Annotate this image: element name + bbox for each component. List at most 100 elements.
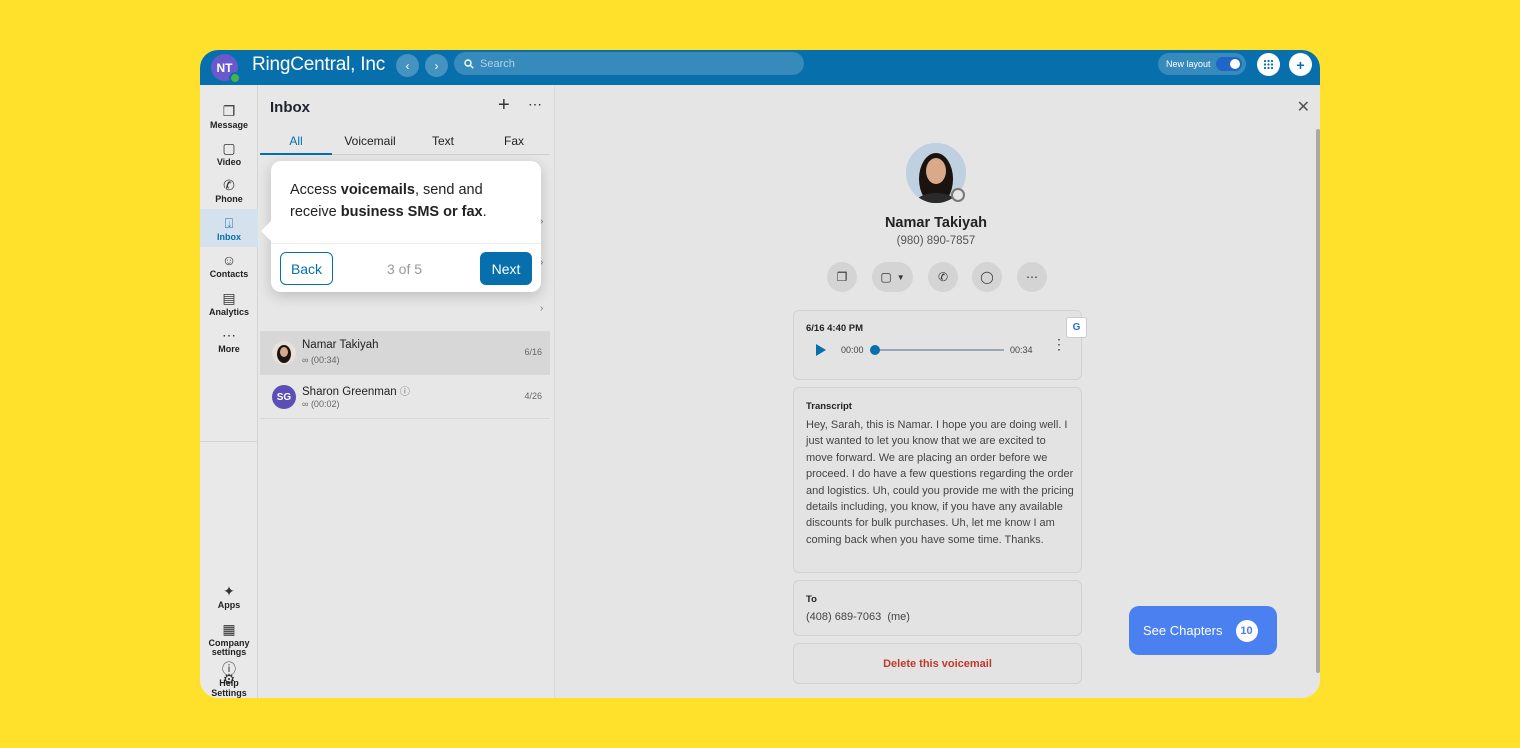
chapters-count-badge: 10 [1235, 619, 1258, 642]
rail-label: Help [219, 677, 239, 688]
rail-item-video[interactable]: ▢ Video [200, 134, 258, 172]
phone-icon: ✆ [937, 270, 949, 284]
tooltip-divider [271, 243, 541, 244]
scrollbar[interactable] [1316, 129, 1320, 673]
voicemail-icon: ∞ [302, 399, 309, 409]
rail-item-more[interactable]: ⋯ More [200, 321, 258, 359]
row-duration: ∞ (00:34) [302, 355, 339, 365]
voicemail-datetime: 6/16 4:40 PM [806, 323, 864, 334]
search-icon [464, 58, 474, 69]
rail-label: More [218, 343, 240, 354]
video-action-button[interactable]: ▢ ▼ [872, 262, 913, 292]
message-icon: ❐ [836, 270, 848, 284]
see-chapters-label: See Chapters [1143, 623, 1223, 638]
call-action-button[interactable]: ✆ [928, 262, 958, 292]
rail-label: Apps [217, 599, 241, 610]
new-layout-label: New layout [1166, 59, 1211, 69]
voicemail-player-card: 6/16 4:40 PM G 00:00 00:34 ⋮ [793, 310, 1087, 380]
toggle-switch[interactable] [1216, 57, 1242, 71]
see-chapters-button[interactable]: See Chapters 10 [1129, 606, 1277, 655]
left-nav-rail: ❐ Message ▢ Video ✆ Phone ⍗ Inbox ☺ Cont… [200, 85, 258, 698]
row-date: 4/26 [524, 391, 542, 401]
tour-back-button[interactable]: Back [280, 252, 333, 285]
tab-all[interactable]: All [260, 133, 332, 155]
caret-down-icon: ▼ [896, 272, 905, 282]
tab-voicemail[interactable]: Voicemail [332, 133, 408, 155]
rail-label: Video [216, 156, 242, 167]
close-icon: ✕ [1296, 99, 1310, 116]
row-duration: ∞ (00:02) [302, 399, 339, 409]
message-icon: ❐ [222, 102, 236, 119]
add-button[interactable]: + [1289, 53, 1312, 76]
presence-available-icon [229, 72, 241, 84]
play-icon[interactable] [816, 344, 826, 356]
more-horizontal-icon: ⋯ [1026, 270, 1038, 284]
row-indicator-icon: › [540, 303, 544, 314]
info-icon[interactable]: ⓘ [400, 387, 410, 398]
rail-item-contacts[interactable]: ☺ Contacts [200, 246, 258, 284]
close-button[interactable]: ✕ [1297, 97, 1310, 117]
contact-name: Namar Takiyah [884, 215, 988, 231]
tab-text[interactable]: Text [408, 133, 478, 155]
row-name: Sharon Greenman ⓘ [302, 383, 410, 398]
row-date: 6/16 [524, 347, 542, 357]
rail-label: Inbox [217, 231, 241, 242]
user-avatar[interactable]: NT [211, 54, 241, 84]
more-horizontal-icon: ⋯ [528, 96, 543, 112]
chevron-right-icon: › [434, 58, 439, 73]
to-label: To [806, 594, 817, 605]
contact-avatar: SG [272, 385, 296, 409]
rail-item-help[interactable]: ⓘ Help [200, 654, 258, 694]
inbox-more-button[interactable]: ⋯ [528, 96, 543, 113]
row-duration-value: (00:02) [310, 399, 340, 409]
presence-offline-icon [951, 188, 965, 202]
rail-label: Message [209, 119, 249, 130]
dialpad-button[interactable] [1257, 53, 1280, 76]
tooltip-bold-voicemails: voicemails [340, 182, 415, 198]
onboarding-tooltip: Access voicemails, send and receive busi… [261, 161, 541, 292]
rail-item-apps[interactable]: ✦ Apps [200, 577, 258, 615]
chat-bubble-icon: ◯ [980, 270, 994, 284]
to-value: (408) 689-7063 (me) [806, 611, 910, 623]
rail-divider [200, 441, 258, 442]
search-bar[interactable]: Search [454, 52, 804, 75]
chat-action-button[interactable]: ◯ [972, 262, 1002, 292]
more-action-button[interactable]: ⋯ [1017, 262, 1047, 292]
top-bar: NT RingCentral, Inc ‹ › Search New layou… [200, 50, 1320, 85]
inbox-tabs: All Voicemail Text Fax [260, 133, 550, 155]
rail-item-phone[interactable]: ✆ Phone [200, 171, 258, 209]
forward-nav-button[interactable]: › [425, 54, 448, 77]
voicemail-menu-button[interactable]: ⋮ [1052, 337, 1066, 351]
rail-label: Analytics [208, 306, 250, 317]
back-nav-button[interactable]: ‹ [396, 54, 419, 77]
row-name-value: Sharon Greenman [302, 386, 397, 398]
message-action-button[interactable]: ❐ [827, 262, 857, 292]
new-layout-toggle[interactable]: New layout [1158, 53, 1246, 75]
playback-handle[interactable] [870, 345, 880, 355]
contact-photo [272, 341, 296, 365]
video-icon: ▢ [222, 139, 236, 156]
tour-progress: 3 of 5 [387, 261, 423, 277]
rail-item-message[interactable]: ❐ Message [200, 97, 258, 135]
building-icon: ▦ [222, 621, 236, 637]
tab-fax[interactable]: Fax [478, 133, 550, 155]
total-time: 00:34 [1010, 345, 1033, 355]
list-item[interactable]: Namar Takiyah ∞ (00:34) 6/16 [260, 331, 550, 375]
tooltip-bold-sms-fax: business SMS or fax [340, 204, 483, 220]
rail-item-inbox[interactable]: ⍗ Inbox [200, 209, 258, 247]
video-icon: ▢ [880, 270, 892, 284]
translate-icon[interactable]: G [1066, 317, 1087, 338]
rail-label: Phone [215, 193, 243, 204]
rail-item-analytics[interactable]: ▤ Analytics [200, 284, 258, 322]
playback-track[interactable] [874, 349, 1004, 351]
puzzle-icon: ✦ [223, 582, 235, 599]
tooltip-text-part: . [482, 204, 487, 220]
plus-icon: + [498, 94, 510, 116]
contact-phone: (980) 890-7857 [896, 235, 976, 247]
list-item[interactable]: SG Sharon Greenman ⓘ ∞ (00:02) 4/26 [260, 375, 550, 419]
delete-voicemail-button[interactable]: Delete this voicemail [793, 643, 1082, 684]
tooltip-text-part: Access [290, 182, 341, 198]
row-duration-value: (00:34) [310, 355, 340, 365]
tour-next-button[interactable]: Next [480, 252, 532, 285]
new-message-button[interactable]: + [498, 94, 510, 117]
